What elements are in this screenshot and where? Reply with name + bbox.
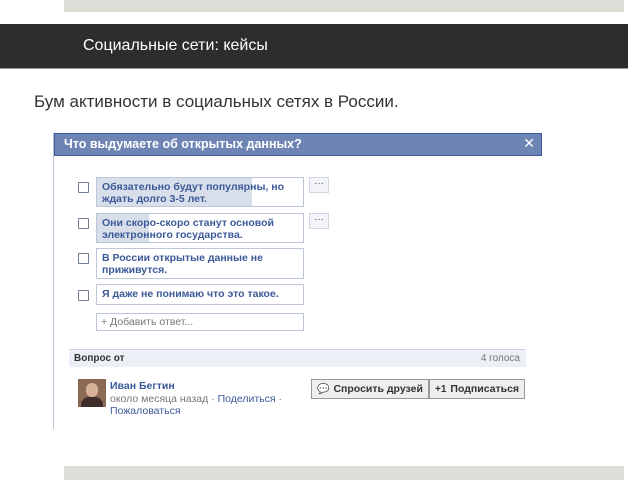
speech-bubble-icon: 💬: [317, 384, 330, 395]
option-checkbox[interactable]: [78, 253, 89, 264]
answer-text: Я даже не понимаю что это такое.: [102, 288, 279, 300]
option-checkbox[interactable]: [78, 182, 89, 193]
poll-question: Что выдумаете об открытых данных?: [64, 137, 302, 151]
plus-one-icon: +1: [435, 384, 447, 395]
separator: ·: [278, 393, 282, 405]
add-answer-input[interactable]: + Добавить ответ...: [96, 313, 304, 331]
asked-by-label: Вопрос от: [74, 353, 125, 364]
ask-friends-label: Спросить друзей: [333, 383, 423, 395]
subscribe-button[interactable]: +1 Подписаться: [429, 379, 526, 399]
slide-title: Социальные сети: кейсы: [83, 37, 268, 54]
answer-text: Обязательно будут популярны, но ждать до…: [102, 181, 284, 205]
poll-info-bar: Вопрос от 4 голоса: [69, 349, 526, 367]
avatar-head: [86, 383, 98, 397]
answer-box[interactable]: Они скоро-скоро станут основой электронн…: [96, 213, 304, 243]
slide-title-bar: Социальные сети: кейсы: [0, 24, 628, 69]
answer-text: В России открытые данные не приживутся.: [102, 252, 263, 276]
vote-count: 4 голоса: [480, 353, 520, 364]
answer-box[interactable]: Я даже не понимаю что это такое.: [96, 284, 304, 305]
option-checkbox[interactable]: [78, 290, 89, 301]
post-time: около месяца назад: [110, 393, 209, 405]
author-name[interactable]: Иван Бегтин: [110, 380, 175, 392]
author-meta: около месяца назад · Поделиться · Пожало…: [110, 393, 300, 417]
report-link[interactable]: Пожаловаться: [110, 405, 181, 417]
answer-box[interactable]: Обязательно будут популярны, но ждать до…: [96, 177, 304, 207]
more-options-button[interactable]: ···: [309, 177, 329, 193]
subscribe-label: Подписаться: [450, 383, 520, 395]
bottom-decorative-strip: [64, 466, 624, 480]
top-decorative-strip: [64, 0, 624, 12]
slide-subtitle: Бум активности в социальных сетях в Росс…: [34, 92, 399, 111]
more-options-button[interactable]: ···: [309, 213, 329, 229]
poll-widget: Что выдумаете об открытых данных? ✕ Обяз…: [53, 133, 542, 429]
option-checkbox[interactable]: [78, 218, 89, 229]
answer-box[interactable]: В России открытые данные не приживутся.: [96, 248, 304, 279]
avatar-body: [81, 397, 103, 407]
answer-text: Они скоро-скоро станут основой электронн…: [102, 217, 274, 241]
close-icon[interactable]: ✕: [523, 135, 535, 152]
share-link[interactable]: Поделиться: [218, 393, 276, 405]
ask-friends-button[interactable]: 💬 Спросить друзей: [311, 379, 429, 399]
separator: ·: [211, 393, 215, 405]
poll-header: Что выдумаете об открытых данных? ✕: [54, 133, 542, 156]
avatar[interactable]: [78, 379, 106, 407]
